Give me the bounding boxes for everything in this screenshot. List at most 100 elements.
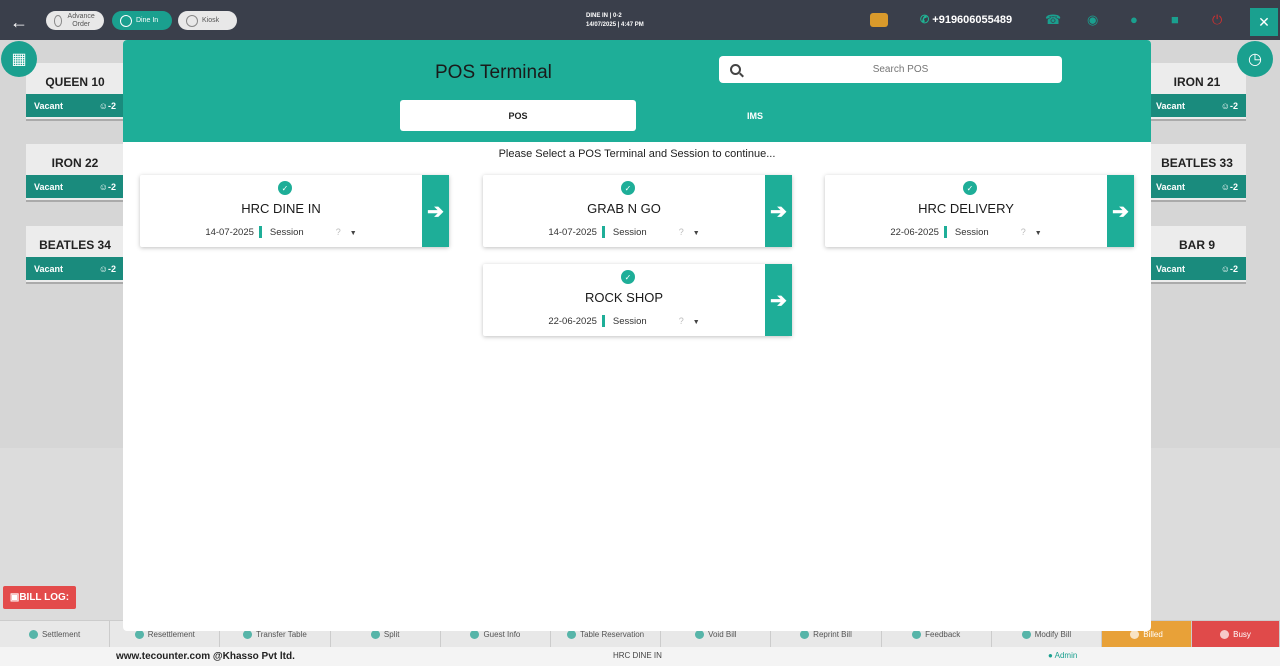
tab-pos[interactable]: POS — [400, 100, 636, 131]
search-input[interactable] — [749, 64, 1052, 75]
session-select[interactable]: Session? ▼ — [270, 227, 357, 238]
busy-label: Busy — [1233, 629, 1251, 639]
session-value: ? — [1020, 226, 1026, 237]
support-phone[interactable]: ✆ +919606055489 — [920, 13, 1012, 26]
terminal-name: HRC DELIVERY — [918, 201, 1014, 216]
guest-count: -2 — [1229, 100, 1238, 111]
table-card[interactable]: BAR 9 Vacant ☺-2 — [1148, 226, 1246, 284]
footer-user-name: Admin — [1054, 651, 1078, 660]
dine-in-toggle[interactable]: Dine In — [112, 11, 172, 30]
open-terminal-button[interactable]: ➔ — [1107, 175, 1134, 247]
table-card[interactable]: BEATLES 34 Vacant ☺-2 — [26, 226, 124, 284]
divider — [601, 226, 605, 238]
kiosk-label: Kiosk — [202, 17, 220, 24]
tab-ims[interactable]: IMS — [637, 100, 873, 131]
settlement-button[interactable]: Settlement — [0, 621, 111, 647]
table-card[interactable]: QUEEN 10 Vacant ☺-2 — [26, 63, 124, 121]
modal-title: POS Terminal — [435, 62, 552, 83]
table-status-bar: Vacant ☺-2 — [1148, 175, 1246, 198]
session-select[interactable]: Session? ▼ — [613, 316, 700, 327]
terminal-card[interactable]: ✓ ROCK SHOP 22-06-2025 Session? ▼ ➔ — [483, 264, 792, 336]
bill-log-icon: ▣ — [9, 592, 20, 603]
pos-terminal-modal: POS Terminal POS IMS Please Select a POS… — [123, 40, 1151, 631]
open-terminal-button[interactable]: ➔ — [765, 175, 792, 247]
back-arrow-icon[interactable]: ← — [10, 12, 28, 33]
table-card[interactable]: IRON 21 Vacant ☺-2 — [1148, 63, 1246, 121]
kiosk-toggle[interactable]: Kiosk — [178, 11, 237, 30]
divider — [943, 226, 947, 238]
session-select[interactable]: Session? ▼ — [613, 227, 700, 238]
sync-icon[interactable]: ◉ — [1087, 12, 1098, 28]
advance-order-icon — [54, 14, 63, 27]
wallet-icon[interactable] — [870, 13, 888, 27]
table-status: Vacant — [1156, 100, 1186, 111]
session-value: ? — [335, 226, 341, 237]
terminal-meta: 14-07-2025 Session? ▼ — [483, 226, 765, 238]
bar-chart-icon: ▦ — [11, 51, 27, 68]
table-status-bar: Vacant ☺-2 — [26, 175, 124, 198]
terminal-meta: 14-07-2025 Session? ▼ — [140, 226, 422, 238]
advance-order-toggle[interactable]: Advance Order — [46, 11, 104, 30]
footer-terminal: HRC DINE IN — [613, 651, 662, 660]
caret-down-icon: ▼ — [692, 318, 700, 326]
arrow-right-icon: ➔ — [770, 200, 787, 223]
selection-prompt: Please Select a POS Terminal and Session… — [498, 148, 776, 160]
search-icon — [730, 64, 741, 75]
session-value: ? — [678, 315, 684, 326]
table-name: QUEEN 10 — [45, 75, 105, 89]
caret-down-icon: ▼ — [349, 229, 357, 237]
guests-icon: ☺ — [1220, 263, 1230, 274]
footer-user[interactable]: ● Admin — [1048, 651, 1077, 660]
guest-count: -2 — [1229, 181, 1238, 192]
order-info: DINE IN | 0-2 14/07/2025 | 4:47 PM — [586, 12, 644, 30]
bill-log-button[interactable]: ▣ BILL LOG: — [3, 586, 76, 609]
table-guests: ☺-2 — [1221, 101, 1238, 111]
table-card[interactable]: IRON 22 Vacant ☺-2 — [26, 144, 124, 202]
table-status: Vacant — [34, 263, 64, 274]
location-pin-icon[interactable]: ● — [1130, 12, 1138, 27]
lock-icon[interactable]: ■ — [1171, 12, 1179, 27]
clock-button[interactable]: ◷ — [1237, 41, 1273, 77]
table-guests: ☺-2 — [99, 101, 116, 111]
search-box[interactable] — [719, 56, 1062, 83]
check-icon: ✓ — [278, 181, 292, 195]
terminal-date: 22-06-2025 — [890, 226, 939, 238]
whatsapp-icon: ✆ — [920, 14, 930, 26]
modal-header: POS Terminal POS IMS — [123, 40, 1151, 142]
dine-in-icon — [120, 14, 132, 27]
terminal-date: 14-07-2025 — [205, 226, 254, 238]
terminal-card[interactable]: ✓ GRAB N GO 14-07-2025 Session? ▼ ➔ — [483, 175, 792, 247]
terminal-card[interactable]: ✓ HRC DINE IN 14-07-2025 Session? ▼ ➔ — [140, 175, 449, 247]
top-bar: ← Advance Order Dine In Kiosk DINE IN | … — [0, 0, 1280, 40]
table-status-bar: Vacant ☺-2 — [1148, 94, 1246, 117]
close-icon: ✕ — [1258, 13, 1270, 30]
table-card[interactable]: BEATLES 33 Vacant ☺-2 — [1148, 144, 1246, 202]
user-icon: ● — [1048, 651, 1053, 660]
terminal-meta: 22-06-2025 Session? ▼ — [483, 315, 765, 327]
terminal-card[interactable]: ✓ HRC DELIVERY 22-06-2025 Session? ▼ ➔ — [825, 175, 1134, 247]
bill-log-label: BILL LOG: — [19, 592, 70, 603]
settlement-icon — [28, 629, 38, 639]
busy-status-button[interactable]: Busy — [1192, 621, 1280, 647]
order-info-mode: DINE IN | 0-2 — [586, 13, 622, 19]
power-icon[interactable]: ⏻ — [1212, 12, 1222, 28]
check-icon: ✓ — [621, 270, 635, 284]
phone-icon[interactable]: ☎ — [1045, 12, 1061, 28]
terminal-date: 14-07-2025 — [548, 226, 597, 238]
arrow-right-icon: ➔ — [427, 200, 444, 223]
table-status: Vacant — [34, 100, 64, 111]
table-name: IRON 21 — [1173, 75, 1221, 89]
close-modal-button[interactable]: ✕ — [1250, 8, 1278, 36]
terminal-name: GRAB N GO — [587, 201, 661, 216]
open-terminal-button[interactable]: ➔ — [422, 175, 449, 247]
table-status-bar: Vacant ☺-2 — [26, 94, 124, 117]
stats-button[interactable]: ▦ — [1, 41, 37, 77]
table-name: IRON 22 — [51, 156, 99, 170]
table-name: BEATLES 34 — [39, 238, 111, 252]
guests-icon: ☺ — [98, 100, 108, 111]
terminal-meta: 22-06-2025 Session? ▼ — [825, 226, 1107, 238]
busy-icon — [1220, 629, 1230, 639]
session-select[interactable]: Session? ▼ — [955, 227, 1042, 238]
caret-down-icon: ▼ — [1034, 229, 1042, 237]
open-terminal-button[interactable]: ➔ — [765, 264, 792, 336]
